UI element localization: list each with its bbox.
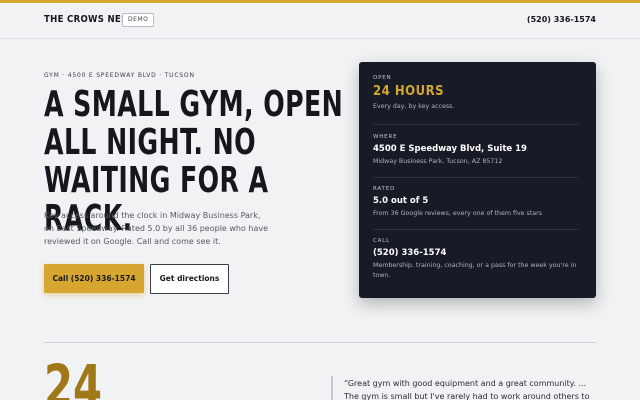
demo-badge: DEMO <box>122 13 155 27</box>
section-divider <box>44 342 596 343</box>
brand-logo[interactable]: THE CROWS NEST <box>44 14 134 25</box>
rated-sub: From 36 Google reviews, every one of the… <box>373 210 543 217</box>
open-label: OPEN <box>373 75 392 81</box>
call-label: CALL <box>373 238 390 244</box>
rated-label: RATED <box>373 186 396 192</box>
where-sub: Midway Business Park, Tucson, AZ 85712 <box>373 158 503 165</box>
info-card: OPEN 24 HOURS Every day, by key access. … <box>359 62 596 298</box>
call-button[interactable]: Call (520) 336-1574 <box>44 264 144 293</box>
where-value[interactable]: 4500 E Speedway Blvd, Suite 19 <box>373 144 578 154</box>
stat-big-number: 24 <box>44 352 103 400</box>
card-where-section: WHERE 4500 E Speedway Blvd, Suite 19 Mid… <box>373 134 578 167</box>
card-divider <box>373 229 578 230</box>
card-divider <box>373 124 578 125</box>
open-value: 24 HOURS <box>373 84 444 99</box>
card-rated-section: RATED 5.0 out of 5 From 36 Google review… <box>373 186 578 219</box>
hero-intro: Key access around the clock in Midway Bu… <box>44 211 269 246</box>
headline-line: A SMALL GYM, OPEN <box>44 84 344 125</box>
call-sub: Membership, training, coaching, or a pas… <box>373 262 577 279</box>
headline-line: ALL NIGHT. NO <box>44 122 256 163</box>
directions-button[interactable]: Get directions <box>150 264 229 294</box>
open-sub: Every day, by key access. <box>373 103 455 110</box>
hero-eyebrow: GYM · 4500 E SPEEDWAY BLVD · TUCSON <box>44 72 195 79</box>
card-divider <box>373 177 578 178</box>
card-call-section: CALL (520) 336-1574 Membership, training… <box>373 238 578 281</box>
testimonial-quote: “Great gym with good equipment and a gre… <box>344 379 590 400</box>
where-label: WHERE <box>373 134 398 140</box>
site-header: THE CROWS NEST DEMO (520) 336-1574 <box>0 3 640 39</box>
call-value[interactable]: (520) 336-1574 <box>373 248 578 258</box>
header-phone-link[interactable]: (520) 336-1574 <box>527 15 596 24</box>
quote-bar <box>331 376 333 400</box>
card-open-section: OPEN 24 HOURS Every day, by key access. <box>373 75 578 112</box>
rated-value: 5.0 out of 5 <box>373 196 429 206</box>
